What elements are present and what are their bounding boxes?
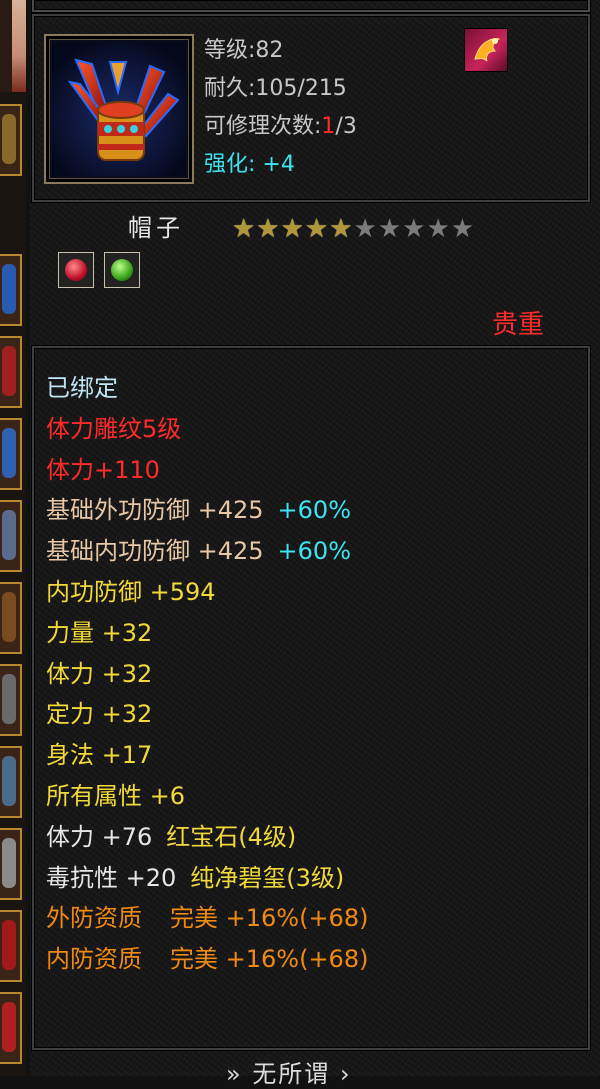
attr-bound: 已绑定 xyxy=(46,368,368,409)
attr-gem-ruby: 体力 +76 红宝石(4级) xyxy=(46,817,368,858)
attr-text: 基础外功防御 +425 xyxy=(46,496,264,525)
footer-option[interactable]: » 无所谓 › xyxy=(226,1054,352,1089)
equipment-slot[interactable] xyxy=(0,254,22,326)
attr-text: 力量 +32 xyxy=(46,618,153,647)
equipment-slot[interactable] xyxy=(0,746,22,818)
equipment-slot[interactable] xyxy=(0,104,22,176)
repair-max: /3 xyxy=(335,114,357,139)
attr-stamina: 体力 +32 xyxy=(46,654,368,695)
attr-base-int-defense: 基础内功防御 +425 +60% xyxy=(46,531,368,572)
star-rating: ★★★★★★★★★★ xyxy=(232,214,475,244)
attr-text: 身法 +17 xyxy=(46,741,153,770)
equipment-slot[interactable] xyxy=(0,992,22,1064)
equipment-slot[interactable] xyxy=(0,336,22,408)
red-gem-icon xyxy=(58,252,94,288)
equipment-slot[interactable] xyxy=(0,664,22,736)
attr-ext-def-quality: 外防资质 完美 +16%(+68) xyxy=(46,898,368,939)
attr-text: 毒抗性 +20 xyxy=(46,863,177,892)
attr-stamina-bonus: 体力+110 xyxy=(46,450,368,491)
attr-text: 所有属性 +6 xyxy=(46,781,186,810)
phoenix-emblem-icon xyxy=(464,28,508,72)
attr-extra: +60% xyxy=(277,537,351,566)
star-empty: ★★★★★ xyxy=(353,214,476,244)
green-gem-icon xyxy=(104,252,140,288)
attr-text: 体力+110 xyxy=(46,455,160,484)
attr-extra: +60% xyxy=(277,496,351,525)
item-tooltip: 等级:82 耐久:105/215 可修理次数:1/3 强化: +4 帽子 ★★★… xyxy=(30,0,600,1088)
attr-int-defense: 内功防御 +594 xyxy=(46,572,368,613)
attr-text: 基础内功防御 +425 xyxy=(46,537,264,566)
attr-gem-tourmaline: 毒抗性 +20 纯净碧玺(3级) xyxy=(46,858,368,899)
equipment-slot[interactable] xyxy=(0,418,22,490)
enhance-value: +4 xyxy=(262,152,295,177)
attr-text: 内功防御 +594 xyxy=(46,577,216,606)
repair-used: 1 xyxy=(321,114,336,139)
hat-icon xyxy=(44,34,194,184)
attr-extra: 红宝石(4级) xyxy=(166,822,297,851)
attr-extra: 完美 +16%(+68) xyxy=(170,945,369,974)
attr-int-def-quality: 内防资质 完美 +16%(+68) xyxy=(46,939,368,980)
equipment-slot-strip xyxy=(0,0,26,1076)
equipment-slot[interactable] xyxy=(0,828,22,900)
item-enhance: 强化: +4 xyxy=(204,146,295,178)
frame-top xyxy=(32,0,590,12)
equipment-slot[interactable] xyxy=(0,910,22,982)
attr-base-ext-defense: 基础外功防御 +425 +60% xyxy=(46,490,368,531)
attr-extra: 纯净碧玺(3级) xyxy=(190,863,345,892)
attr-text: 内防资质 xyxy=(46,945,142,974)
rarity-label: 贵重 xyxy=(492,310,545,340)
equipment-slot[interactable] xyxy=(0,582,22,654)
attr-engraving: 体力雕纹5级 xyxy=(46,409,368,450)
attr-agility: 身法 +17 xyxy=(46,735,368,776)
attribute-list: 已绑定 体力雕纹5级 体力+110 基础外功防御 +425 +60% 基础内功防御… xyxy=(46,368,368,980)
attr-extra: 完美 +16%(+68) xyxy=(170,904,369,933)
attr-strength: 力量 +32 xyxy=(46,613,368,654)
item-name: 帽子 xyxy=(128,214,184,242)
attr-text: 体力雕纹5级 xyxy=(46,414,182,443)
item-level: 等级:82 xyxy=(204,38,284,63)
attr-text: 已绑定 xyxy=(46,374,118,402)
attr-focus: 定力 +32 xyxy=(46,694,368,735)
star-filled: ★★★★★ xyxy=(232,214,354,244)
item-repair-count: 可修理次数:1/3 xyxy=(204,108,357,140)
item-durability: 耐久:105/215 xyxy=(204,76,347,101)
attr-text: 体力 +76 xyxy=(46,822,153,851)
repair-label: 可修理次数: xyxy=(204,114,322,139)
attr-text: 定力 +32 xyxy=(46,700,153,729)
enhance-label: 强化: xyxy=(204,152,256,177)
attr-text: 体力 +32 xyxy=(46,659,153,688)
character-portrait xyxy=(0,0,26,92)
attr-text: 外防资质 xyxy=(46,904,142,933)
equipment-slot[interactable] xyxy=(0,500,22,572)
attr-all-stats: 所有属性 +6 xyxy=(46,776,368,817)
